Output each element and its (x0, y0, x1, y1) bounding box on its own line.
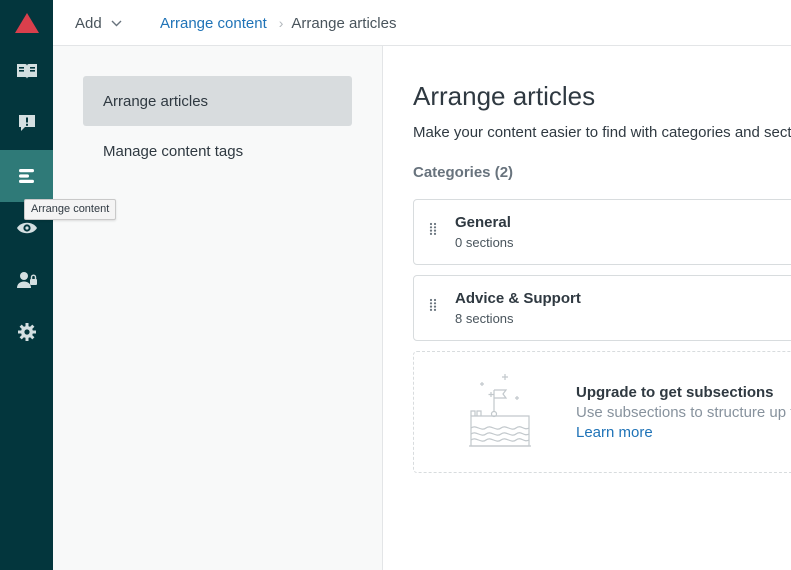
nav-item-manage-content-tags[interactable]: Manage content tags (83, 126, 352, 176)
logo[interactable] (0, 0, 53, 45)
top-bar: Add Arrange content › Arrange articles (53, 0, 791, 46)
upgrade-title: Upgrade to get subsections (576, 384, 774, 401)
logo-icon (14, 12, 39, 33)
main-content: Arrange articles Make your content easie… (383, 46, 791, 570)
nav-item-arrange-articles[interactable]: Arrange articles (83, 76, 352, 126)
rail-tooltip: Arrange content (24, 199, 117, 220)
category-name[interactable]: Advice & Support (455, 290, 581, 307)
category-section-count: 8 sections (455, 311, 514, 326)
category-card-general[interactable]: General 0 sections (413, 199, 791, 265)
secondary-nav: Arrange articles Manage content tags (53, 46, 383, 570)
book-icon (16, 64, 37, 79)
breadcrumb-link-arrange-content[interactable]: Arrange content (160, 15, 267, 32)
rail-item-arrange-content[interactable] (0, 150, 53, 202)
page-title: Arrange articles (413, 81, 596, 111)
category-name[interactable]: General (455, 214, 511, 231)
gear-icon (17, 323, 36, 341)
upgrade-description: Use subsections to structure up to (576, 404, 791, 421)
breadcrumb-current: Arrange articles (291, 14, 397, 32)
rail-item-user-permissions[interactable] (0, 254, 53, 306)
nav-item-label: Manage content tags (103, 142, 244, 160)
categories-heading: Categories (2) (413, 164, 514, 181)
learn-more-link[interactable]: Learn more (576, 424, 653, 441)
category-section-count: 0 sections (455, 235, 514, 250)
arrange-content-icon (18, 169, 34, 183)
drag-handle-icon[interactable] (429, 222, 437, 236)
user-lock-icon (16, 272, 37, 288)
product-rail (0, 0, 53, 570)
nav-item-label: Arrange articles (103, 92, 209, 110)
rail-item-settings[interactable] (0, 306, 53, 358)
breadcrumb-separator: › (278, 15, 284, 31)
drag-handle-icon[interactable] (429, 298, 437, 312)
add-button[interactable]: Add (75, 12, 122, 34)
breadcrumb: Arrange content › Arrange articles (160, 12, 396, 34)
rail-item-guide[interactable] (0, 45, 53, 97)
chevron-down-icon (111, 20, 122, 26)
page-description: Make your content easier to find with ca… (413, 124, 791, 141)
category-card-advice-support[interactable]: Advice & Support 8 sections (413, 275, 791, 341)
flag-castle-illustration-icon (469, 374, 531, 447)
rail-item-alerts[interactable] (0, 97, 53, 149)
upgrade-subsections-card: Upgrade to get subsections Use subsectio… (413, 351, 791, 473)
add-button-label: Add (75, 14, 102, 32)
alert-icon (18, 115, 35, 131)
eye-icon (16, 222, 37, 234)
